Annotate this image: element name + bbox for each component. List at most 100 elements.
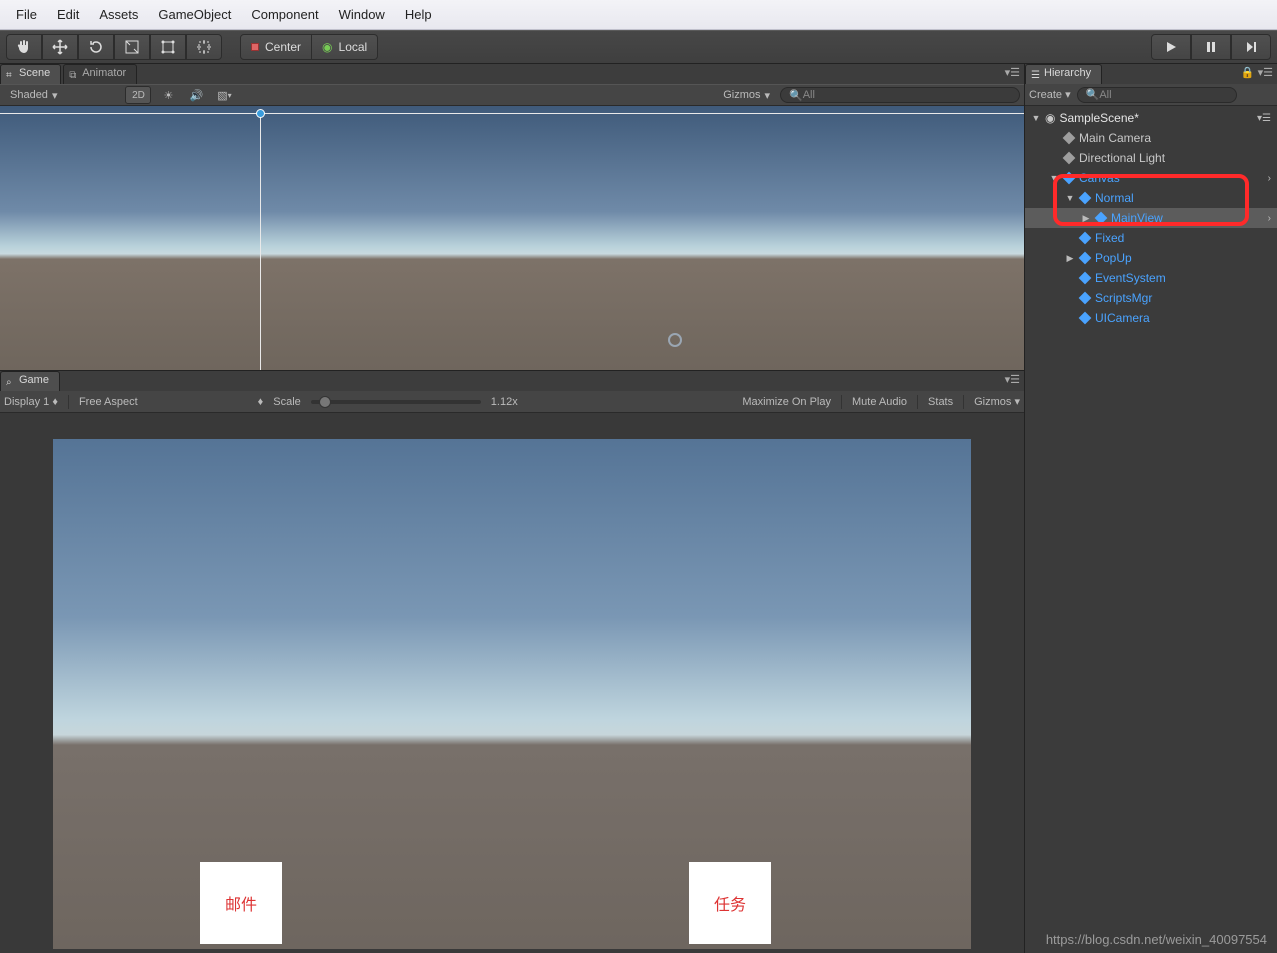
step-button[interactable]: [1231, 34, 1271, 60]
game-icon: ⌕: [6, 377, 12, 388]
hierarchy-search-input[interactable]: 🔍All: [1077, 87, 1237, 103]
scene-viewport[interactable]: [0, 106, 1024, 370]
audio-toggle[interactable]: 🔊: [185, 86, 207, 104]
hierarchy-item-label: UICamera: [1095, 311, 1150, 325]
scale-icon: [124, 39, 140, 55]
hand-tool-button[interactable]: [6, 34, 42, 60]
gizmos-dropdown[interactable]: Gizmos▾: [717, 86, 776, 104]
tab-animator-label: Animator: [82, 67, 126, 79]
hierarchy-item-mainview[interactable]: ▶ MainView ›: [1025, 208, 1277, 228]
center-icon: [251, 43, 259, 51]
game-toolbar: Display 1 ♦ Free Aspect ♦ Scale 1.12x Ma…: [0, 391, 1024, 413]
transform-tool-group: [6, 34, 222, 60]
menu-assets[interactable]: Assets: [89, 3, 148, 26]
menubar: File Edit Assets GameObject Component Wi…: [0, 0, 1277, 30]
hierarchy-item-popup[interactable]: ▶ PopUp: [1025, 248, 1277, 268]
pivot-label: Center: [265, 40, 301, 54]
prefab-arrow-icon[interactable]: ›: [1268, 213, 1271, 224]
lighting-toggle[interactable]: ☀: [157, 86, 179, 104]
tab-game[interactable]: ⌕Game: [0, 371, 60, 391]
game-viewport[interactable]: 邮件 任务: [53, 439, 971, 949]
tab-animator[interactable]: ⧉Animator: [63, 64, 137, 84]
main-toolbar: Center ◉Local: [0, 30, 1277, 64]
game-gizmos-dropdown[interactable]: Gizmos ▾: [974, 395, 1020, 408]
unity-icon: ◉: [1045, 111, 1055, 125]
scene-light-gizmo: [668, 333, 682, 347]
tab-hierarchy[interactable]: ☰Hierarchy: [1025, 64, 1102, 84]
caret-down-icon[interactable]: ▼: [1031, 113, 1041, 123]
display-dropdown[interactable]: Display 1 ♦: [4, 396, 58, 408]
play-button[interactable]: [1151, 34, 1191, 60]
shading-mode-dropdown[interactable]: Shaded▾: [4, 86, 63, 104]
move-tool-button[interactable]: [42, 34, 78, 60]
tab-scene-label: Scene: [19, 67, 50, 79]
local-icon: ◉: [322, 40, 332, 54]
hierarchy-search-prefix: All: [1099, 89, 1111, 101]
game-tab-context-icon[interactable]: ▾☰: [1005, 373, 1020, 386]
tab-scene[interactable]: ⌗ Scene: [0, 64, 61, 84]
gameobject-icon: [1063, 132, 1076, 145]
chevron-down-icon: ▾: [52, 89, 58, 102]
menu-help[interactable]: Help: [395, 3, 442, 26]
create-dropdown[interactable]: Create ▾: [1029, 88, 1071, 101]
game-task-label: 任务: [714, 891, 746, 915]
maximize-on-play-toggle[interactable]: Maximize On Play: [742, 396, 831, 408]
caret-right-icon[interactable]: ▶: [1081, 213, 1091, 224]
pivot-toggle[interactable]: Center: [240, 34, 312, 60]
image-icon: ▧: [217, 89, 227, 102]
game-task-button[interactable]: 任务: [689, 862, 771, 944]
scale-value: 1.12x: [491, 396, 518, 408]
play-controls: [1151, 34, 1271, 60]
chevron-down-icon: ▾: [764, 89, 770, 102]
tab-context-menu-icon[interactable]: ▾☰: [1005, 66, 1020, 79]
sun-icon: ☀: [164, 89, 174, 102]
game-mail-button[interactable]: 邮件: [200, 862, 282, 944]
stats-toggle[interactable]: Stats: [928, 396, 953, 408]
caret-down-icon[interactable]: ▼: [1049, 173, 1059, 183]
rotate-tool-button[interactable]: [78, 34, 114, 60]
hierarchy-item-fixed[interactable]: Fixed: [1025, 228, 1277, 248]
hierarchy-item-uicamera[interactable]: UICamera: [1025, 308, 1277, 328]
slider-thumb[interactable]: [319, 396, 331, 408]
rect-icon: [160, 39, 176, 55]
menu-file[interactable]: File: [6, 3, 47, 26]
scale-slider[interactable]: [311, 400, 481, 404]
hierarchy-item-canvas[interactable]: ▼ Canvas ›: [1025, 168, 1277, 188]
caret-down-icon[interactable]: ▼: [1065, 193, 1075, 203]
hierarchy-item-label: Fixed: [1095, 231, 1124, 245]
move-icon: [52, 39, 68, 55]
fx-toggle[interactable]: ▧▾: [213, 86, 235, 104]
rect-tool-button[interactable]: [150, 34, 186, 60]
transform-tool-button[interactable]: [186, 34, 222, 60]
hierarchy-scene-root[interactable]: ▼ ◉ SampleScene* ▾☰: [1025, 108, 1277, 128]
hierarchy-item-eventsystem[interactable]: EventSystem: [1025, 268, 1277, 288]
scene-canvas-outline: [0, 106, 1024, 370]
chevron-down-icon: ▾: [1065, 89, 1071, 101]
scene-search-input[interactable]: 🔍All: [780, 87, 1020, 103]
hierarchy-item-normal[interactable]: ▼ Normal: [1025, 188, 1277, 208]
menu-window[interactable]: Window: [329, 3, 395, 26]
caret-right-icon[interactable]: ▶: [1065, 253, 1075, 264]
context-menu-icon[interactable]: ▾☰: [1257, 113, 1271, 124]
menu-component[interactable]: Component: [241, 3, 328, 26]
pivot-handle-group: Center ◉Local: [240, 34, 378, 60]
mute-audio-toggle[interactable]: Mute Audio: [852, 396, 907, 408]
aspect-label: Free Aspect: [79, 396, 138, 408]
gameobject-icon: [1095, 212, 1108, 225]
handle-toggle[interactable]: ◉Local: [312, 34, 378, 60]
aspect-dropdown[interactable]: Free Aspect: [79, 396, 138, 408]
prefab-arrow-icon[interactable]: ›: [1268, 173, 1271, 184]
menu-gameobject[interactable]: GameObject: [148, 3, 241, 26]
hierarchy-item-main-camera[interactable]: Main Camera: [1025, 128, 1277, 148]
hierarchy-item-scriptsmgr[interactable]: ScriptsMgr: [1025, 288, 1277, 308]
hierarchy-lock-menu[interactable]: 🔒 ▾☰: [1241, 66, 1273, 79]
scene-anchor-handle[interactable]: [256, 109, 265, 118]
pause-button[interactable]: [1191, 34, 1231, 60]
hierarchy-item-directional-light[interactable]: Directional Light: [1025, 148, 1277, 168]
toggle-2d-button[interactable]: 2D: [125, 86, 151, 104]
menu-edit[interactable]: Edit: [47, 3, 89, 26]
gameobject-icon: [1079, 252, 1092, 265]
watermark-text: https://blog.csdn.net/weixin_40097554: [1046, 932, 1267, 947]
scale-tool-button[interactable]: [114, 34, 150, 60]
scene-icon: ⌗: [6, 70, 12, 81]
